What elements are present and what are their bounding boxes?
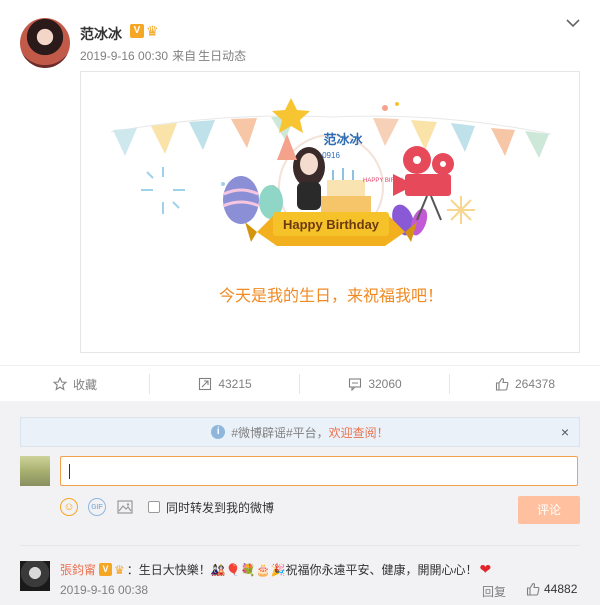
crown-icon: ♛ bbox=[146, 23, 159, 39]
bunting-flag bbox=[189, 120, 215, 150]
comment-text-line: 張鈞甯 V ♛ ：生日大快樂！🎎🎈💐🎂🎉祝福你永遠平安、健康，開開心心！ ❤ bbox=[60, 561, 590, 578]
star-icon bbox=[52, 377, 67, 391]
bunting-flag bbox=[451, 123, 475, 152]
commenter-avatar[interactable] bbox=[20, 561, 50, 591]
gif-icon[interactable]: GIF bbox=[88, 498, 106, 516]
crown-icon: ♛ bbox=[114, 562, 125, 577]
post-header: 范冰冰 V ♛ 2019-9-16 00:30 来自 生日动态 bbox=[0, 0, 600, 70]
favorite-label: 收藏 bbox=[72, 377, 97, 392]
author-name[interactable]: 范冰冰 bbox=[80, 24, 122, 44]
image-icon[interactable] bbox=[116, 498, 134, 516]
comment-count: 32060 bbox=[368, 377, 402, 391]
comment-toolbar: ☺ GIF 同时转发到我的微博 bbox=[60, 497, 274, 517]
bunting-flag bbox=[411, 120, 437, 150]
bunting-flag bbox=[113, 128, 137, 156]
bunting-flag bbox=[491, 128, 515, 156]
banner-date: 0916 bbox=[322, 151, 340, 160]
commenter-name[interactable]: 張鈞甯 bbox=[60, 561, 96, 578]
reply-button[interactable]: 回复 bbox=[482, 583, 506, 600]
divider bbox=[20, 545, 580, 546]
like-button[interactable]: 264378 bbox=[450, 366, 600, 402]
emoji-icon[interactable]: ☺ bbox=[60, 498, 78, 516]
comment-like-count: 44882 bbox=[544, 582, 578, 596]
repost-icon bbox=[199, 377, 212, 391]
like-count: 264378 bbox=[514, 377, 556, 391]
bunting-flag bbox=[151, 123, 177, 154]
birthday-card[interactable]: 范冰冰 0916 HAPPY BIRTH DAY!! Happy Birthda… bbox=[80, 71, 580, 353]
bunting-flag bbox=[525, 131, 549, 158]
comment-time: 2019-9-16 00:38 bbox=[60, 583, 149, 597]
post-source[interactable]: 生日动态 bbox=[198, 49, 246, 63]
repost-option[interactable]: 同时转发到我的微博 bbox=[148, 499, 274, 516]
sparkle-icon bbox=[141, 167, 185, 214]
favorite-button[interactable]: 收藏 bbox=[0, 366, 150, 402]
comment-input[interactable] bbox=[60, 456, 578, 486]
rumor-notice: i #微博辟谣#平台， 欢迎查阅！ × bbox=[20, 417, 580, 447]
repost-count: 43215 bbox=[218, 377, 252, 391]
easter-egg bbox=[223, 176, 259, 224]
comment-like-button[interactable]: 44882 bbox=[526, 582, 577, 596]
submit-comment-button[interactable]: 评论 bbox=[518, 496, 580, 524]
bunting-flag bbox=[231, 118, 257, 148]
comment-section: i #微博辟谣#平台， 欢迎查阅！ × ☺ GIF 同时转发到我的微博 评论 張鈞… bbox=[0, 401, 600, 605]
heart-icon: ❤ bbox=[479, 561, 492, 577]
card-message: 今天是我的生日，来祝福我吧！ bbox=[218, 288, 443, 305]
notice-text[interactable]: #微博辟谣#平台， bbox=[231, 424, 328, 441]
thumbs-up-icon bbox=[526, 582, 540, 596]
close-icon[interactable]: × bbox=[561, 425, 569, 439]
birthday-illustration: 范冰冰 0916 HAPPY BIRTH DAY!! Happy Birthda… bbox=[110, 98, 552, 246]
ribbon-text: Happy Birthday bbox=[283, 217, 380, 232]
my-avatar[interactable] bbox=[20, 456, 50, 486]
post-time[interactable]: 2019-9-16 00:30 bbox=[80, 49, 168, 63]
comment-icon bbox=[349, 378, 362, 391]
sparkle-icon bbox=[447, 196, 475, 224]
source-prefix: 来自 bbox=[172, 49, 197, 63]
author-avatar[interactable] bbox=[20, 18, 70, 68]
verified-badge-icon: V bbox=[130, 24, 144, 38]
info-icon: i bbox=[211, 425, 226, 439]
verified-badge-icon: V bbox=[99, 563, 113, 576]
banner-name: 范冰冰 bbox=[323, 132, 363, 147]
repost-button[interactable]: 43215 bbox=[150, 366, 300, 402]
bunting-flag bbox=[373, 118, 399, 146]
thumbs-up-icon bbox=[495, 377, 509, 391]
post-meta: 2019-9-16 00:30 来自 生日动态 bbox=[80, 47, 250, 64]
repost-label: 同时转发到我的微博 bbox=[166, 500, 275, 515]
comment-text: ：生日大快樂！🎎🎈💐🎂🎉祝福你永遠平安、健康，開開心心！ bbox=[126, 563, 478, 577]
action-bar: 收藏 43215 32060 264378 bbox=[0, 365, 600, 401]
notice-link[interactable]: 欢迎查阅！ bbox=[329, 424, 389, 441]
text-caret bbox=[69, 464, 70, 479]
comment-button[interactable]: 32060 bbox=[300, 366, 450, 402]
repost-checkbox[interactable] bbox=[148, 501, 160, 513]
chevron-down-icon[interactable] bbox=[564, 14, 582, 32]
